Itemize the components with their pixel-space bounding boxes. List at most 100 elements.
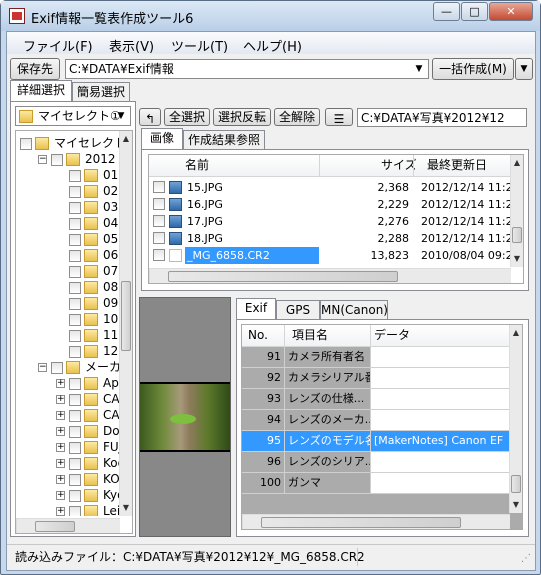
- file-list-horizontal-scrollbar[interactable]: [149, 268, 511, 283]
- tree-node[interactable]: 03: [56, 199, 118, 215]
- minimize-button[interactable]: —: [433, 2, 460, 21]
- exif-row[interactable]: 91 カメラ所有者名: [242, 347, 510, 368]
- file-row[interactable]: _MG_6858.CR2 13,823 2010/08/04 09:2: [149, 247, 513, 264]
- tab-detail-select[interactable]: 詳細選択: [10, 80, 72, 102]
- exif-row[interactable]: 95 レンズのモデル名 [MakerNotes] Canon EF: [242, 431, 510, 452]
- file-checkbox[interactable]: [153, 215, 165, 227]
- chevron-down-icon[interactable]: ▼: [114, 107, 128, 125]
- scroll-thumb[interactable]: [121, 281, 131, 351]
- tree-checkbox[interactable]: [69, 233, 81, 246]
- tree-checkbox[interactable]: [69, 297, 81, 310]
- tree-vertical-scrollbar[interactable]: ▲ ▼: [119, 131, 132, 516]
- exif-row[interactable]: 92カメラシリアル番...: [242, 368, 510, 389]
- tree-checkbox[interactable]: [69, 489, 81, 502]
- tree-checkbox[interactable]: [69, 409, 81, 422]
- tree-node[interactable]: + App: [56, 375, 120, 391]
- tree-checkbox[interactable]: [69, 425, 81, 438]
- tree-checkbox[interactable]: [69, 345, 81, 358]
- exif-row[interactable]: 94 レンズのメーカ...: [242, 410, 510, 431]
- tree-node[interactable]: + CAS: [56, 407, 120, 423]
- file-row[interactable]: 15.JPG 2,368 2012/12/14 11:2: [149, 179, 513, 196]
- tab-exif[interactable]: Exif: [236, 298, 276, 320]
- tree-checkbox[interactable]: [69, 505, 81, 516]
- expand-icon[interactable]: +: [56, 507, 65, 516]
- tree-checkbox[interactable]: [69, 313, 81, 326]
- tree-checkbox[interactable]: [51, 361, 63, 374]
- tree-node[interactable]: + CAN: [56, 391, 120, 407]
- close-button[interactable]: ✕: [489, 2, 533, 21]
- tree-horizontal-scrollbar[interactable]: [16, 518, 120, 533]
- menu-tools[interactable]: ツール(T): [171, 36, 228, 55]
- file-row[interactable]: 16.JPG 2,229 2012/12/14 11:2: [149, 196, 513, 213]
- tab-gps[interactable]: GPS: [276, 300, 320, 320]
- tree-checkbox[interactable]: [69, 281, 81, 294]
- expand-icon[interactable]: +: [56, 427, 65, 436]
- tree-checkbox[interactable]: [69, 457, 81, 470]
- exif-row[interactable]: 100 ガンマ: [242, 473, 510, 494]
- scroll-thumb[interactable]: [511, 475, 521, 493]
- tree-node[interactable]: + Kyo: [56, 487, 120, 503]
- tab-mn-canon[interactable]: MN(Canon): [320, 300, 388, 320]
- tree-checkbox[interactable]: [69, 265, 81, 278]
- scroll-up-icon[interactable]: ▲: [120, 131, 132, 147]
- file-checkbox[interactable]: [153, 198, 165, 210]
- menu-help[interactable]: ヘルプ(H): [243, 36, 302, 55]
- folder-up-icon[interactable]: ↰: [139, 108, 161, 126]
- tree-node[interactable]: + Kod: [56, 455, 120, 471]
- myselect-combo[interactable]: マイセレクト① ▼: [15, 106, 131, 126]
- expand-icon[interactable]: −: [38, 155, 47, 164]
- select-all-button[interactable]: 全選択: [164, 108, 210, 126]
- column-data[interactable]: データ: [374, 325, 410, 346]
- menu-file[interactable]: ファイル(F): [23, 36, 93, 55]
- file-row[interactable]: 18.JPG 2,288 2012/12/14 11:2: [149, 230, 513, 247]
- expand-icon[interactable]: +: [56, 443, 65, 452]
- file-checkbox[interactable]: [153, 232, 165, 244]
- tab-images[interactable]: 画像: [141, 128, 183, 150]
- folder-path-field[interactable]: C:¥DATA¥写真¥2012¥12: [357, 108, 527, 127]
- exif-vertical-scrollbar[interactable]: ▲ ▼: [509, 325, 522, 513]
- scroll-down-icon[interactable]: ▼: [120, 500, 132, 516]
- scroll-up-icon[interactable]: ▲: [511, 155, 523, 171]
- tree-node[interactable]: 11: [56, 327, 118, 343]
- expand-icon[interactable]: +: [56, 475, 65, 484]
- exif-row[interactable]: 96 レンズのシリア...: [242, 452, 510, 473]
- scroll-thumb[interactable]: [261, 517, 461, 528]
- tree-checkbox[interactable]: [69, 441, 81, 454]
- expand-icon[interactable]: +: [56, 379, 65, 388]
- tree-node[interactable]: 10: [56, 311, 118, 327]
- column-no[interactable]: No.: [248, 325, 268, 346]
- tree-checkbox[interactable]: [69, 329, 81, 342]
- tree-node[interactable]: 05: [56, 231, 118, 247]
- tree-node[interactable]: 02: [56, 183, 118, 199]
- scroll-up-icon[interactable]: ▲: [510, 325, 522, 341]
- scroll-thumb[interactable]: [512, 227, 522, 243]
- invert-selection-button[interactable]: 選択反転: [213, 108, 271, 126]
- file-checkbox[interactable]: [153, 249, 165, 261]
- tree-node[interactable]: 07: [56, 263, 118, 279]
- scroll-thumb[interactable]: [35, 521, 75, 532]
- save-location-button[interactable]: 保存先: [10, 58, 60, 80]
- tree-node[interactable]: 06: [56, 247, 118, 263]
- file-checkbox[interactable]: [153, 181, 165, 193]
- tree-checkbox[interactable]: [51, 153, 63, 166]
- column-size[interactable]: サイズ: [381, 155, 417, 176]
- batch-create-button[interactable]: 一括作成(M): [432, 58, 514, 80]
- batch-dropdown-icon[interactable]: ▼: [515, 58, 533, 80]
- tree-node[interactable]: − メーカー: [38, 359, 120, 375]
- tree-node[interactable]: + KON: [56, 471, 120, 487]
- file-row[interactable]: 17.JPG 2,276 2012/12/14 11:2: [149, 213, 513, 230]
- expand-icon[interactable]: +: [56, 411, 65, 420]
- title-bar[interactable]: Exif情報一覧表作成ツール6 — □ ✕: [1, 1, 540, 31]
- menu-view[interactable]: 表示(V): [109, 36, 154, 55]
- tree-node[interactable]: + Leic: [56, 503, 120, 516]
- tree-node[interactable]: 08: [56, 279, 118, 295]
- tree-node[interactable]: マイセレクト①: [20, 135, 120, 151]
- save-path-combo[interactable]: C:¥DATA¥Exif情報 ▼: [65, 59, 429, 79]
- column-date[interactable]: 最終更新日: [427, 155, 487, 176]
- file-list-vertical-scrollbar[interactable]: ▲ ▼: [510, 155, 523, 267]
- tree-node[interactable]: 04: [56, 215, 118, 231]
- scroll-down-icon[interactable]: ▼: [510, 497, 522, 513]
- exif-horizontal-scrollbar[interactable]: [242, 514, 510, 529]
- tree-node[interactable]: − 2012 D: [38, 151, 120, 167]
- tree-checkbox[interactable]: [69, 169, 81, 182]
